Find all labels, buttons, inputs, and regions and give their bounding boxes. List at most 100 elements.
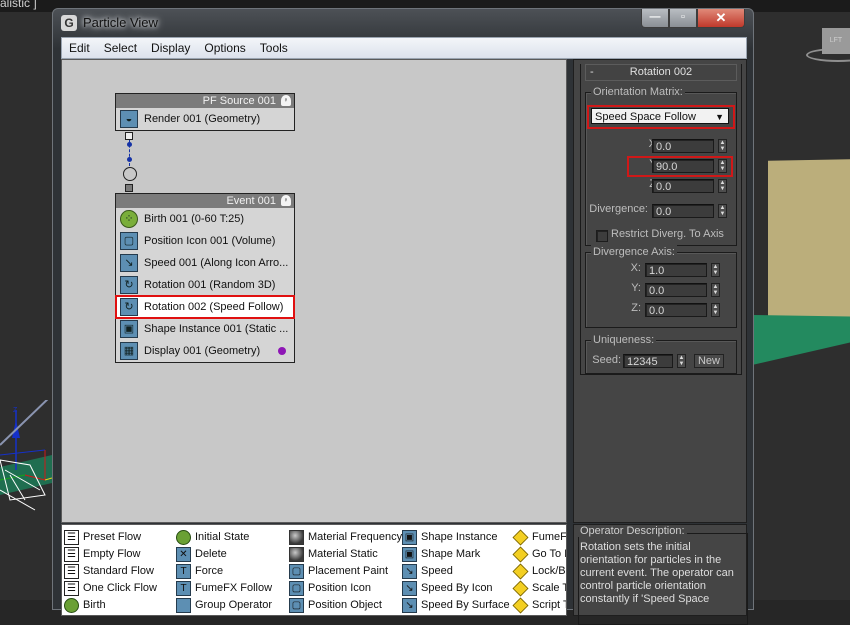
axis-y-field[interactable]: 0.0 [645, 283, 707, 297]
viewcube[interactable]: LFT [822, 28, 850, 54]
depot-column: Initial State ✕ Delete T Force T FumeFX Fol… [175, 529, 272, 614]
menu-select[interactable]: Select [97, 38, 144, 58]
depot-item-one-click-flow[interactable]: ☰ One Click Flow [63, 580, 157, 597]
operator-render[interactable]: ◒ Render 001 (Geometry) [116, 108, 294, 130]
depot-item-material-frequency[interactable]: Material Frequency [288, 529, 402, 546]
depot-item-material-static[interactable]: Material Static [288, 546, 402, 563]
minimize-button[interactable]: — [641, 9, 669, 28]
maximize-button[interactable]: ▫ [669, 9, 697, 28]
orientation-matrix-label: Orientation Matrix: [591, 85, 685, 99]
flow-icon: ☰ [64, 564, 79, 579]
depot-item-go-to-rotation[interactable]: Go To R [512, 546, 566, 563]
operator-depot[interactable]: ☰ Preset Flow ☰ Empty Flow ☰ Standard Flow … [61, 524, 567, 616]
depot-item-fumefx-follow[interactable]: T FumeFX Follow [175, 580, 272, 597]
placement-paint-icon: ▢ [289, 564, 304, 579]
depot-item-placement-paint[interactable]: ▢ Placement Paint [288, 563, 402, 580]
depot-item-fumefx[interactable]: FumeFX [512, 529, 566, 546]
orientation-matrix-dropdown[interactable]: Speed Space Follow ▼ [591, 108, 729, 124]
depot-item-standard-flow[interactable]: ☰ Standard Flow [63, 563, 157, 580]
event-input-socket[interactable] [125, 184, 133, 192]
menu-options[interactable]: Options [197, 38, 252, 58]
output-connector[interactable] [125, 132, 133, 140]
depot-item-lock-bond[interactable]: Lock/Bo [512, 563, 566, 580]
force-icon: T [176, 564, 191, 579]
node-title: Event 001 [226, 195, 276, 207]
lightbulb-icon[interactable]: ♀ [281, 95, 291, 106]
operator-birth[interactable]: ⁘ Birth 001 (0-60 T:25) [116, 208, 294, 230]
operator-description-label: Operator Description: [578, 525, 687, 537]
operator-shape-instance[interactable]: ▣ Shape Instance 001 (Static ... [116, 318, 294, 340]
3dsmax-icon[interactable]: G [61, 15, 77, 31]
depot-item-label: Shape Mark [421, 548, 481, 560]
rollout-header[interactable]: - Rotation 002 [585, 64, 737, 81]
y-field[interactable]: 90.0 [652, 159, 714, 173]
depot-item-preset-flow[interactable]: ☰ Preset Flow [63, 529, 157, 546]
operator-speed[interactable]: ↘ Speed 001 (Along Icon Arro... [116, 252, 294, 274]
axis-x-field[interactable]: 1.0 [645, 263, 707, 277]
seed-field[interactable]: 12345 [623, 354, 673, 368]
depot-item-empty-flow[interactable]: ☰ Empty Flow [63, 546, 157, 563]
chevron-down-icon: ▼ [715, 112, 724, 122]
restrict-divergence-checkbox[interactable] [596, 230, 608, 242]
x-spinner[interactable]: ▲ ▼ [718, 139, 727, 153]
node-header[interactable]: PF Source 001 ♀ [116, 94, 294, 108]
z-spinner[interactable]: ▲ ▼ [718, 179, 727, 193]
axis-x-spinner[interactable]: ▲ ▼ [711, 263, 720, 277]
operator-rotation-002-selected[interactable]: ↻ Rotation 002 (Speed Follow) [115, 295, 295, 319]
transform-gizmo[interactable]: Z [0, 400, 52, 530]
depot-item-label: Shape Instance [421, 531, 498, 543]
position-object-icon: ▢ [289, 598, 304, 613]
depot-item-label: Material Frequency [308, 531, 403, 543]
shape-instance-icon: ▣ [402, 530, 417, 545]
lightbulb-icon[interactable]: ♀ [281, 195, 291, 206]
delete-icon: ✕ [176, 547, 191, 562]
display-color-swatch[interactable] [278, 347, 286, 355]
depot-item-shape-mark[interactable]: ▣ Shape Mark [401, 546, 510, 563]
depot-item-scale-test[interactable]: Scale Te [512, 580, 566, 597]
depot-item-shape-instance[interactable]: ▣ Shape Instance [401, 529, 510, 546]
menu-display[interactable]: Display [144, 38, 197, 58]
depot-item-delete[interactable]: ✕ Delete [175, 546, 272, 563]
operator-display[interactable]: ▦ Display 001 (Geometry) [116, 340, 294, 362]
event-node[interactable]: Event 001 ♀ ⁘ Birth 001 (0-60 T:25) ▢ Po… [115, 193, 295, 363]
speed-icon: ↘ [120, 254, 138, 272]
operator-description-text: Rotation sets the initial orientation fo… [580, 541, 734, 605]
operator-label: Position Icon 001 (Volume) [144, 235, 276, 247]
divergence-field[interactable]: 0.0 [652, 204, 714, 218]
axis-y-spinner[interactable]: ▲ ▼ [711, 283, 720, 297]
depot-item-speed-by-icon[interactable]: ↘ Speed By Icon [401, 580, 510, 597]
depot-item-label: Scale Te [532, 582, 566, 594]
particle-graph-canvas[interactable]: PF Source 001 ♀ ◒ Render 001 (Geometry) … [61, 59, 567, 523]
menu-edit[interactable]: Edit [62, 38, 97, 58]
depot-column: FumeFX Go To R Lock/Bo Scale Te Script T [512, 529, 566, 614]
pf-source-node[interactable]: PF Source 001 ♀ ◒ Render 001 (Geometry) [115, 93, 295, 131]
depot-item-speed[interactable]: ↘ Speed [401, 563, 510, 580]
depot-item-label: Delete [195, 548, 227, 560]
title-bar[interactable]: G Particle View — ▫ ✕ [53, 9, 753, 37]
y-spinner[interactable]: ▲ ▼ [718, 159, 727, 173]
depot-item-label: Placement Paint [308, 565, 389, 577]
depot-item-position-icon[interactable]: ▢ Position Icon [288, 580, 402, 597]
axis-z-spinner[interactable]: ▲ ▼ [711, 303, 720, 317]
speed-by-icon-icon: ↘ [402, 581, 417, 596]
particle-view-window: G Particle View — ▫ ✕ Edit Select Displa… [52, 8, 754, 625]
restrict-divergence-label: Restrict Diverg. To Axis [611, 228, 724, 240]
viewport-shading-label[interactable]: alistic ] [0, 0, 37, 10]
close-button[interactable]: ✕ [697, 9, 745, 28]
operator-description-panel: Operator Description: Rotation sets the … [573, 524, 748, 625]
new-seed-button[interactable]: New [694, 354, 724, 368]
z-field[interactable]: 0.0 [652, 179, 714, 193]
depot-item-initial-state[interactable]: Initial State [175, 529, 272, 546]
node-header[interactable]: Event 001 ♀ [116, 194, 294, 208]
depot-item-force[interactable]: T Force [175, 563, 272, 580]
x-field[interactable]: 0.0 [652, 139, 714, 153]
menu-tools[interactable]: Tools [253, 38, 295, 58]
operator-rotation-001[interactable]: ↻ Rotation 001 (Random 3D) [116, 274, 294, 296]
input-connector[interactable] [123, 167, 137, 181]
birth-icon: ⁘ [120, 210, 138, 228]
divergence-spinner[interactable]: ▲ ▼ [718, 204, 727, 218]
axis-z-field[interactable]: 0.0 [645, 303, 707, 317]
operator-position-icon[interactable]: ▢ Position Icon 001 (Volume) [116, 230, 294, 252]
collapse-icon[interactable]: - [590, 65, 594, 80]
seed-spinner[interactable]: ▲ ▼ [677, 354, 686, 368]
